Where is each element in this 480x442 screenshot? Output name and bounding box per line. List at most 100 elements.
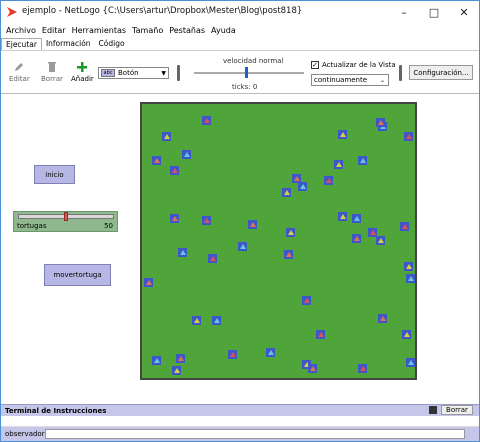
widget-type-value: Botón [118, 69, 139, 77]
move-turtle-button[interactable]: movertortuga [44, 264, 111, 286]
turtle-icon [378, 120, 384, 125]
turtle-icon [406, 134, 412, 139]
turtle-icon [340, 214, 346, 219]
tab-ejecutar[interactable]: Ejecutar [1, 38, 42, 50]
expand-icon[interactable] [429, 406, 437, 414]
observer-prompt[interactable]: observador> [5, 430, 50, 438]
speed-slider-thumb[interactable] [245, 67, 248, 78]
widget-type-dropdown[interactable]: abc Botón ▼ [98, 67, 169, 79]
settings-button[interactable]: Configuración... [409, 65, 473, 80]
patch-cell [152, 156, 161, 165]
turtle-icon [210, 256, 216, 261]
turtle-icon [230, 352, 236, 357]
turtle-icon [354, 236, 360, 241]
turtle-icon [360, 366, 366, 371]
patch-cell [400, 222, 409, 231]
menu-bar: Archivo Editar Herramientas Tamaño Pesta… [1, 23, 479, 37]
chevron-down-icon: ▼ [161, 69, 166, 77]
patch-cell [352, 214, 361, 223]
menu-herramientas[interactable]: Herramientas [72, 26, 127, 35]
maximize-icon: □ [428, 5, 440, 19]
delete-button[interactable]: Borrar [41, 61, 63, 83]
patch-cell [284, 250, 293, 259]
patch-cell [358, 156, 367, 165]
turtle-icon [286, 252, 292, 257]
turtle-icon [268, 350, 274, 355]
delete-label: Borrar [41, 75, 63, 83]
turtle-icon [304, 298, 310, 303]
turtle-icon [194, 318, 200, 323]
turtles-slider[interactable]: tortugas 50 [13, 211, 118, 232]
turtle-icon [250, 222, 256, 227]
patch-cell [406, 274, 415, 283]
turtle-icon [240, 244, 246, 249]
turtle-icon [164, 134, 170, 139]
patch-cell [376, 118, 385, 127]
patch-cell [404, 132, 413, 141]
netlogo-window: ejemplo - NetLogo {C:\Users\artur\Dropbo… [0, 0, 480, 442]
command-center-header: Terminal de Instrucciones [1, 404, 479, 416]
turtle-icon [404, 332, 410, 337]
turtle-icon [180, 250, 186, 255]
tab-informacion[interactable]: Información [42, 38, 95, 50]
chevron-down-icon: ⌄ [379, 76, 385, 84]
turtle-icon [326, 178, 332, 183]
turtle-icon [402, 224, 408, 229]
patch-cell [302, 296, 311, 305]
window-title: ejemplo - NetLogo {C:\Users\artur\Dropbo… [22, 6, 303, 16]
turtles-slider-thumb[interactable] [64, 212, 68, 221]
pencil-icon [15, 63, 24, 71]
add-button[interactable]: Añadir [71, 61, 94, 83]
update-view-checkbox[interactable]: ✓ [311, 61, 319, 69]
minimize-icon: – [401, 5, 407, 19]
turtle-icon [294, 176, 300, 181]
menu-editar[interactable]: Editar [42, 26, 66, 35]
command-input[interactable] [45, 429, 465, 439]
turtle-icon [380, 316, 386, 321]
speed-slider[interactable] [194, 72, 304, 74]
patch-cell [176, 354, 185, 363]
menu-tamano[interactable]: Tamaño [132, 26, 163, 35]
turtle-icon [284, 190, 290, 195]
turtle-icon [370, 230, 376, 235]
minimize-button[interactable]: – [389, 1, 419, 23]
ticks-counter: ticks: 0 [232, 83, 258, 91]
setup-button[interactable]: inicio [34, 165, 75, 184]
turtle-icon [408, 276, 414, 281]
patch-cell [182, 150, 191, 159]
menu-ayuda[interactable]: Ayuda [211, 26, 236, 35]
tab-codigo[interactable]: Código [95, 38, 129, 50]
patch-cell [202, 216, 211, 225]
menu-pestanas[interactable]: Pestañas [169, 26, 205, 35]
turtle-icon [214, 318, 220, 323]
turtle-icon [336, 162, 342, 167]
clear-terminal-button[interactable]: Borrar [441, 405, 473, 415]
patch-cell [248, 220, 257, 229]
toolbar-separator [399, 65, 402, 81]
menu-archivo[interactable]: Archivo [6, 26, 36, 35]
patch-cell [324, 176, 333, 185]
turtle-icon [178, 356, 184, 361]
maximize-button[interactable]: □ [419, 1, 449, 23]
close-button[interactable]: ✕ [449, 1, 479, 23]
patch-cell [172, 366, 181, 375]
edit-label: Editar [9, 75, 30, 83]
command-output [1, 416, 479, 427]
patch-cell [162, 132, 171, 141]
patch-cell [208, 254, 217, 263]
edit-button[interactable]: Editar [9, 61, 30, 83]
patch-cell [402, 330, 411, 339]
update-mode-select[interactable]: continuamente ⌄ [311, 74, 389, 86]
patch-cell [238, 242, 247, 251]
patch-cell [170, 166, 179, 175]
speed-label: velocidad normal [223, 57, 284, 65]
turtle-icon [172, 216, 178, 221]
patch-cell [178, 248, 187, 257]
patch-cell [286, 228, 295, 237]
patch-cell [352, 234, 361, 243]
patch-cell [170, 214, 179, 223]
turtle-icon [172, 168, 178, 173]
turtles-slider-label: tortugas [17, 222, 47, 230]
turtle-icon [204, 118, 210, 123]
world-view[interactable] [140, 102, 417, 380]
